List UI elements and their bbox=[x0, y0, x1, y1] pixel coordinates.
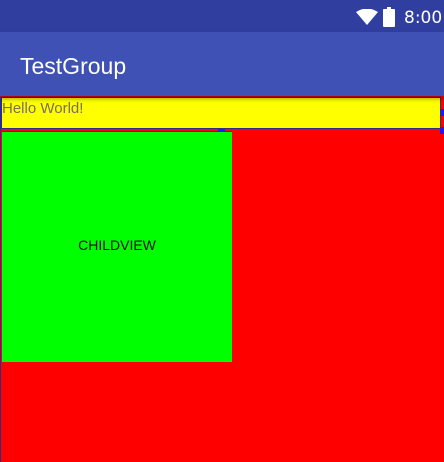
status-bar: 8:00 bbox=[0, 0, 444, 32]
status-time: 8:00 bbox=[404, 8, 443, 28]
hello-world-view[interactable]: Hello World! bbox=[1, 97, 441, 129]
child-view-label: CHILDVIEW bbox=[78, 237, 156, 253]
app-title: TestGroup bbox=[20, 53, 127, 79]
parent-left-edge bbox=[0, 96, 1, 462]
battery-icon bbox=[383, 7, 395, 31]
parent-view[interactable]: Hello World! CHILDVIEW bbox=[0, 96, 444, 462]
hello-world-text: Hello World! bbox=[2, 100, 84, 117]
wifi-icon bbox=[356, 8, 378, 29]
child-view[interactable]: CHILDVIEW bbox=[2, 131, 232, 362]
app-bar: TestGroup bbox=[0, 32, 444, 96]
